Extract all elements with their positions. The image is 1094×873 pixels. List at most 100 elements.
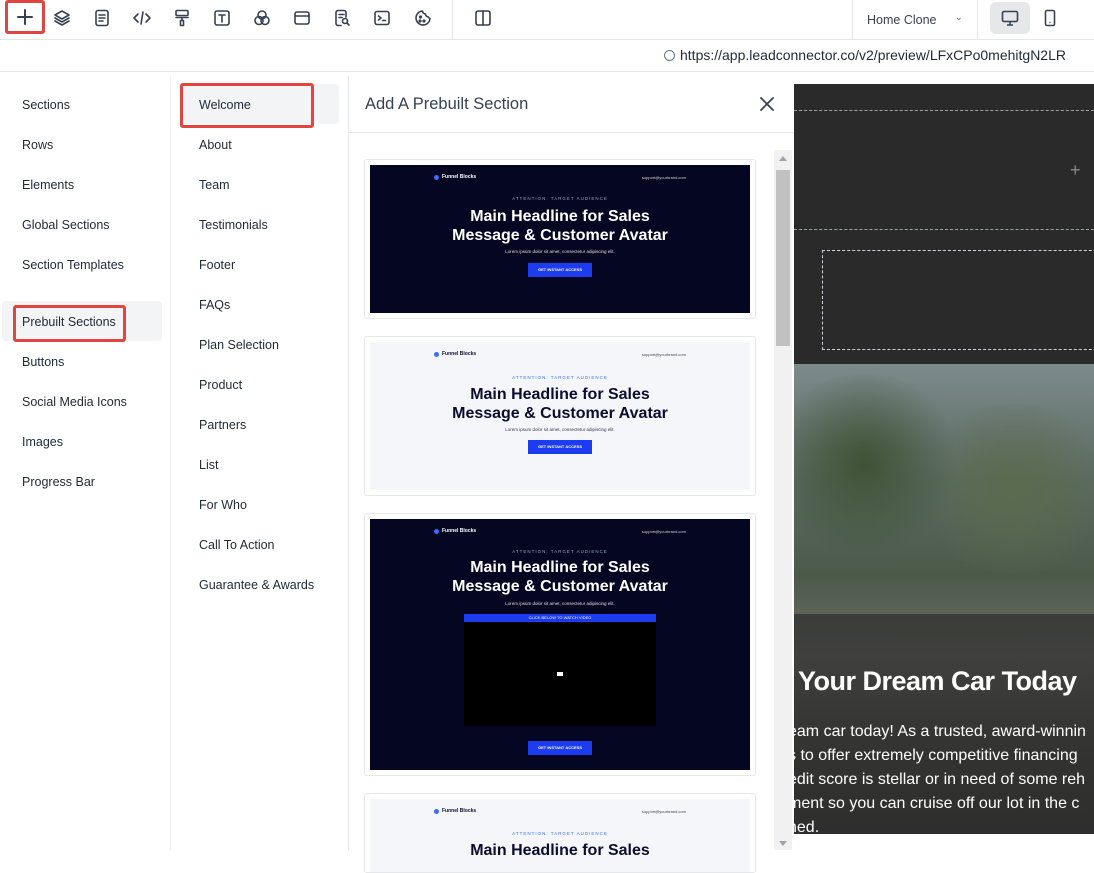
add-elements-button[interactable]	[5, 0, 45, 34]
template-card[interactable]: Funnel Blocks support@yourbrand.com ATTE…	[364, 513, 756, 776]
brand-logo-icon	[434, 174, 439, 180]
category-global-sections[interactable]: Global Sections	[22, 218, 110, 232]
thumb-headline-1: Main Headline for Sales	[470, 842, 650, 859]
thumb-brand: Funnel Blocks	[434, 174, 476, 180]
category-elements[interactable]: Elements	[22, 178, 74, 192]
thumb-attention: ATTENTION: TARGET AUDIENCE	[512, 196, 608, 201]
category-section-templates[interactable]: Section Templates	[22, 258, 124, 272]
preview-url[interactable]: https://app.leadconnector.co/v2/preview/…	[664, 47, 1066, 63]
thumb-attention: ATTENTION: TARGET AUDIENCE	[512, 549, 608, 554]
prebuilt-subcategory-panel	[170, 76, 348, 850]
empty-column-dropzone[interactable]	[822, 250, 1094, 350]
scroll-down-arrow-icon[interactable]	[779, 841, 787, 846]
category-progress-bar[interactable]: Progress Bar	[22, 475, 95, 489]
thumb-email: support@yourbrand.com	[641, 352, 686, 357]
editor-toolbar: Home Clone ⌄	[0, 0, 1094, 40]
subcategory-partners[interactable]: Partners	[199, 418, 246, 432]
page-selector[interactable]: Home Clone ⌄	[852, 0, 978, 40]
typography-button[interactable]	[205, 2, 239, 34]
thumb-attention: ATTENTION: TARGET AUDIENCE	[512, 375, 608, 380]
template-thumbnail: Funnel Blocks support@yourbrand.com ATTE…	[370, 342, 750, 490]
split-view-icon	[475, 10, 491, 26]
thumb-headline-2: Message & Customer Avatar	[452, 227, 668, 244]
template-card[interactable]: Funnel Blocks support@yourbrand.com ATTE…	[364, 336, 756, 496]
close-icon[interactable]	[757, 94, 777, 114]
scroll-up-arrow-icon[interactable]	[779, 156, 787, 161]
category-rows[interactable]: Rows	[22, 138, 53, 152]
template-card[interactable]: Funnel Blocks support@yourbrand.com ATTE…	[364, 793, 756, 873]
custom-code-button[interactable]	[125, 2, 159, 34]
thumb-attention: ATTENTION: TARGET AUDIENCE	[512, 831, 608, 836]
gallery-scrollbar[interactable]	[774, 150, 792, 850]
colors-button[interactable]	[245, 2, 279, 34]
thumb-brand: Funnel Blocks	[434, 808, 476, 814]
colors-icon	[254, 10, 270, 26]
subcategory-product[interactable]: Product	[199, 378, 242, 392]
scrollbar-thumb[interactable]	[776, 170, 790, 346]
empty-row-dropzone[interactable]	[794, 110, 1094, 230]
subcategory-footer[interactable]: Footer	[199, 258, 235, 272]
category-social-media-icons[interactable]: Social Media Icons	[22, 395, 127, 409]
tracking-code-button[interactable]	[365, 2, 399, 34]
search-doc-icon	[335, 9, 350, 27]
page-canvas-preview: + Your Dream Car Today eam car today! As…	[794, 84, 1094, 850]
preview-url-bar: https://app.leadconnector.co/v2/preview/…	[0, 40, 1094, 72]
thumb-email: support@yourbrand.com	[641, 809, 686, 814]
subcategory-about[interactable]: About	[199, 138, 232, 152]
category-sections[interactable]: Sections	[22, 98, 70, 112]
layout-button[interactable]	[285, 2, 319, 34]
subcategory-call-to-action[interactable]: Call To Action	[199, 538, 275, 552]
terminal-icon	[374, 10, 390, 26]
layers-icon	[54, 10, 70, 26]
status-circle-icon	[664, 49, 675, 61]
layout-icon	[294, 11, 310, 25]
prebuilt-sections-highlight	[13, 305, 126, 342]
pages-button[interactable]	[85, 2, 119, 34]
thumb-cta: GET INSTANT ACCESS	[528, 440, 592, 454]
template-thumbnail: Funnel Blocks support@yourbrand.com ATTE…	[370, 519, 750, 770]
cookie-icon	[415, 10, 431, 26]
subcategory-for-who[interactable]: For Who	[199, 498, 247, 512]
seo-button[interactable]	[325, 2, 359, 34]
code-icon	[133, 11, 151, 25]
text-icon	[214, 10, 230, 26]
thumb-subtext: Lorem ipsum dolor sit amet, consectetur …	[505, 249, 615, 254]
cookie-consent-button[interactable]	[406, 2, 440, 34]
thumb-subtext: Lorem ipsum dolor sit amet, consectetur …	[505, 427, 615, 432]
thumb-headline-2: Message & Customer Avatar	[452, 405, 668, 422]
preview-url-text: https://app.leadconnector.co/v2/preview/…	[680, 47, 1066, 63]
desktop-view-button[interactable]	[990, 2, 1030, 34]
subcategory-faqs[interactable]: FAQs	[199, 298, 230, 312]
add-row-icon[interactable]: +	[1070, 160, 1081, 181]
brand-logo-icon	[434, 528, 439, 534]
mobile-view-button[interactable]	[1032, 2, 1068, 34]
styles-button[interactable]	[165, 2, 199, 34]
subcategory-team[interactable]: Team	[199, 178, 230, 192]
thumb-brand: Funnel Blocks	[434, 528, 476, 534]
toolbar-divider	[452, 0, 453, 40]
subcategory-list[interactable]: List	[199, 458, 218, 472]
subcategory-guarantee-awards[interactable]: Guarantee & Awards	[199, 578, 314, 592]
thumb-email: support@yourbrand.com	[641, 529, 686, 534]
category-images[interactable]: Images	[22, 435, 63, 449]
template-thumbnail: Funnel Blocks support@yourbrand.com ATTE…	[370, 799, 750, 872]
thumb-cta: GET INSTANT ACCESS	[528, 741, 592, 755]
split-view-button[interactable]	[466, 2, 500, 34]
category-buttons[interactable]: Buttons	[22, 355, 64, 369]
welcome-highlight	[180, 83, 314, 128]
desktop-icon	[1001, 10, 1019, 26]
canvas-bottom-edge	[794, 834, 1094, 850]
hero-foliage-blur	[914, 404, 1094, 574]
layers-button[interactable]	[45, 2, 79, 34]
thumb-email: support@yourbrand.com	[641, 175, 686, 180]
page-icon	[95, 9, 109, 27]
plus-icon	[17, 9, 33, 25]
paint-roller-icon	[175, 9, 189, 27]
subcategory-plan-selection[interactable]: Plan Selection	[199, 338, 279, 352]
template-card[interactable]: Funnel Blocks support@yourbrand.com ATTE…	[364, 159, 756, 319]
mobile-icon	[1044, 9, 1056, 27]
subcategory-testimonials[interactable]: Testimonials	[199, 218, 268, 232]
template-thumbnail: Funnel Blocks support@yourbrand.com ATTE…	[370, 165, 750, 313]
thumb-headline-1: Main Headline for Sales	[470, 559, 650, 576]
thumb-headline-1: Main Headline for Sales	[470, 208, 650, 225]
